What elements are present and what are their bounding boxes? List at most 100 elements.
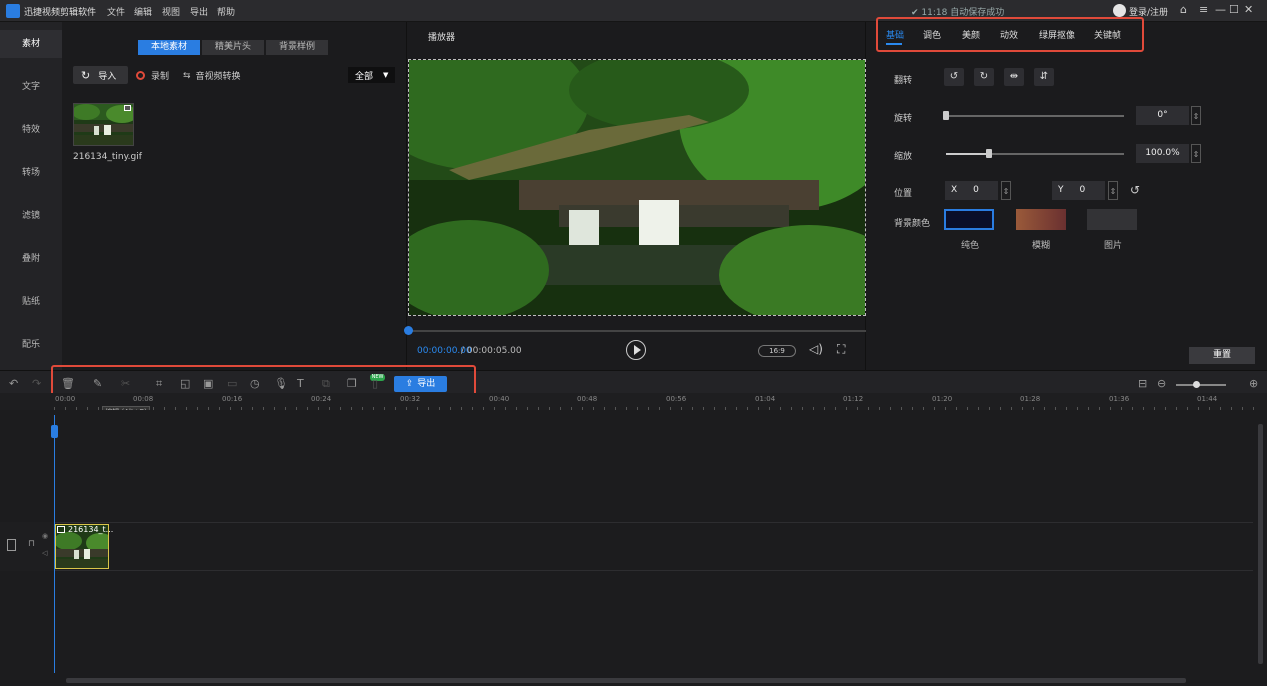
aspect-ratio-select[interactable]: 16:9 bbox=[758, 345, 796, 357]
rail-item-effects[interactable]: 特效 bbox=[0, 116, 62, 144]
tab-keyframes[interactable]: 关键帧 bbox=[1094, 28, 1121, 41]
tab-intros[interactable]: 精美片头 bbox=[202, 40, 264, 55]
volume-icon[interactable]: ◁) bbox=[809, 342, 823, 356]
reset-button[interactable]: 重置 bbox=[1189, 347, 1255, 364]
playhead-handle[interactable] bbox=[51, 425, 58, 438]
flip-horizontal-icon[interactable]: ⇹ bbox=[1004, 68, 1024, 86]
lock-icon[interactable]: ⊓ bbox=[28, 539, 35, 549]
video-track[interactable] bbox=[0, 522, 1253, 571]
rotate-slider[interactable] bbox=[946, 115, 1124, 117]
play-button[interactable] bbox=[626, 340, 646, 360]
media-filter-select[interactable]: 全部 ▼ bbox=[348, 67, 395, 83]
menu-edit[interactable]: 编辑 bbox=[134, 5, 152, 18]
rotate-value-field[interactable]: 0° bbox=[1136, 106, 1189, 125]
position-y-field[interactable]: Y 0 bbox=[1052, 181, 1105, 200]
zoom-in-icon[interactable]: ⊕ bbox=[1249, 377, 1258, 390]
rail-item-material[interactable]: 素材 bbox=[0, 30, 62, 58]
audio-wave-icon[interactable]: ▭ bbox=[227, 377, 237, 390]
ruler-tick: 00:00 bbox=[55, 395, 76, 403]
video-preview[interactable] bbox=[408, 59, 866, 316]
subtitle-icon[interactable]: ▯ bbox=[372, 377, 378, 390]
undo-icon[interactable]: ↶ bbox=[9, 377, 18, 390]
menu-view[interactable]: 视图 bbox=[162, 5, 180, 18]
home-icon[interactable]: ⌂ bbox=[1180, 3, 1187, 16]
position-x-stepper-icon[interactable]: ⇕ bbox=[1001, 181, 1011, 200]
rotate-right-icon[interactable]: ↻ bbox=[974, 68, 994, 86]
text-to-speech-icon[interactable]: T bbox=[297, 377, 304, 390]
import-icon: ↻ bbox=[81, 68, 91, 82]
copy-icon[interactable]: ⧉ bbox=[322, 377, 330, 391]
convert-button[interactable]: ⇆ 音视频转换 bbox=[183, 69, 241, 83]
rail-item-music[interactable]: 配乐 bbox=[0, 331, 62, 359]
progress-handle[interactable] bbox=[404, 326, 413, 335]
freeze-frame-icon[interactable]: ▣ bbox=[203, 377, 213, 390]
menu-export[interactable]: 导出 bbox=[190, 5, 208, 18]
flip-vertical-icon[interactable]: ⇵ bbox=[1034, 68, 1054, 86]
scale-slider-handle[interactable] bbox=[986, 149, 992, 158]
menu-file[interactable]: 文件 bbox=[107, 5, 125, 18]
tab-local-media[interactable]: 本地素材 bbox=[138, 40, 200, 55]
zoom-out-icon[interactable]: ⊖ bbox=[1157, 377, 1166, 390]
speed-icon[interactable]: ◷ bbox=[250, 377, 260, 390]
position-x-label: X bbox=[951, 185, 958, 195]
redo-icon[interactable]: ↷ bbox=[32, 377, 41, 390]
bg-solid-swatch[interactable] bbox=[944, 209, 994, 230]
rail-item-transitions[interactable]: 转场 bbox=[0, 159, 62, 187]
delete-icon[interactable]: 🗑 bbox=[61, 377, 75, 390]
rotate-slider-handle[interactable] bbox=[943, 111, 949, 120]
rotate-stepper-icon[interactable]: ⇕ bbox=[1191, 106, 1201, 125]
tab-motion[interactable]: 动效 bbox=[1000, 28, 1018, 41]
position-y-stepper-icon[interactable]: ⇕ bbox=[1108, 181, 1118, 200]
tab-beauty[interactable]: 美颜 bbox=[962, 28, 980, 41]
horizontal-scrollbar-thumb[interactable] bbox=[66, 678, 1186, 683]
clip-image-icon bbox=[57, 526, 65, 533]
vertical-scrollbar-thumb[interactable] bbox=[1258, 424, 1263, 664]
hamburger-menu-icon[interactable]: ≡ bbox=[1199, 3, 1208, 16]
export-button[interactable]: ⇪ 导出 bbox=[394, 376, 447, 392]
split-icon[interactable]: ✂ bbox=[121, 377, 130, 390]
progress-track[interactable] bbox=[408, 330, 866, 332]
tab-color[interactable]: 调色 bbox=[923, 28, 941, 41]
player-panel: 播放器 00:00:00.00 / 00:00:05.00 16:9 ◁) ⛶ bbox=[404, 22, 866, 370]
play-icon bbox=[634, 345, 641, 355]
tab-background-samples[interactable]: 背景样例 bbox=[266, 40, 328, 55]
import-button[interactable]: ↻ 导入 bbox=[73, 66, 128, 84]
bg-image-swatch[interactable] bbox=[1087, 209, 1137, 230]
fit-timeline-icon[interactable]: ⊟ bbox=[1138, 377, 1147, 390]
minimize-icon[interactable]: — bbox=[1215, 3, 1226, 16]
scale-value-field[interactable]: 100.0% bbox=[1136, 144, 1189, 163]
ruler-tick: 00:48 bbox=[577, 395, 598, 403]
timeline-ruler[interactable]: 00:00 00:08 00:16 00:24 00:32 00:40 00:4… bbox=[0, 393, 1267, 410]
mute-icon[interactable]: ◁ bbox=[42, 549, 47, 557]
left-rail: 素材 文字 特效 转场 滤镜 叠附 贴纸 配乐 bbox=[0, 22, 62, 370]
tab-basic[interactable]: 基础 bbox=[886, 28, 904, 41]
zoom-slider[interactable] bbox=[1176, 384, 1226, 386]
maximize-icon[interactable]: ☐ bbox=[1229, 3, 1239, 16]
scale-stepper-icon[interactable]: ⇕ bbox=[1191, 144, 1201, 163]
record-button[interactable]: 录制 bbox=[136, 69, 169, 82]
rail-item-stickers[interactable]: 贴纸 bbox=[0, 288, 62, 316]
ruler-tick: 01:12 bbox=[843, 395, 864, 403]
mosaic-icon[interactable]: ◱ bbox=[180, 377, 190, 390]
rotate-left-icon[interactable]: ↺ bbox=[944, 68, 964, 86]
fullscreen-icon[interactable]: ⛶ bbox=[837, 342, 845, 357]
picture-in-picture-icon[interactable]: ❐ bbox=[347, 377, 357, 390]
visibility-icon[interactable]: ◉ bbox=[42, 532, 48, 540]
edit-icon[interactable]: ✎ bbox=[93, 377, 102, 390]
voiceover-icon[interactable]: 🎙 bbox=[274, 377, 288, 390]
menu-help[interactable]: 帮助 bbox=[217, 5, 235, 18]
zoom-slider-handle[interactable] bbox=[1193, 381, 1200, 388]
reset-position-icon[interactable]: ↺ bbox=[1130, 183, 1140, 197]
media-thumbnail[interactable] bbox=[73, 103, 134, 146]
ruler-tick: 00:08 bbox=[133, 395, 154, 403]
close-icon[interactable]: ✕ bbox=[1244, 3, 1253, 16]
tab-green-screen[interactable]: 绿屏抠像 bbox=[1039, 28, 1075, 41]
position-y-label: Y bbox=[1058, 185, 1064, 195]
position-x-field[interactable]: X 0 bbox=[945, 181, 998, 200]
rail-item-filters[interactable]: 滤镜 bbox=[0, 202, 62, 230]
rail-item-overlay[interactable]: 叠附 bbox=[0, 245, 62, 273]
crop-icon[interactable]: ⌗ bbox=[156, 377, 162, 391]
bg-blur-swatch[interactable] bbox=[1016, 209, 1066, 230]
user-avatar-icon[interactable] bbox=[1113, 4, 1126, 17]
rail-item-text[interactable]: 文字 bbox=[0, 73, 62, 101]
